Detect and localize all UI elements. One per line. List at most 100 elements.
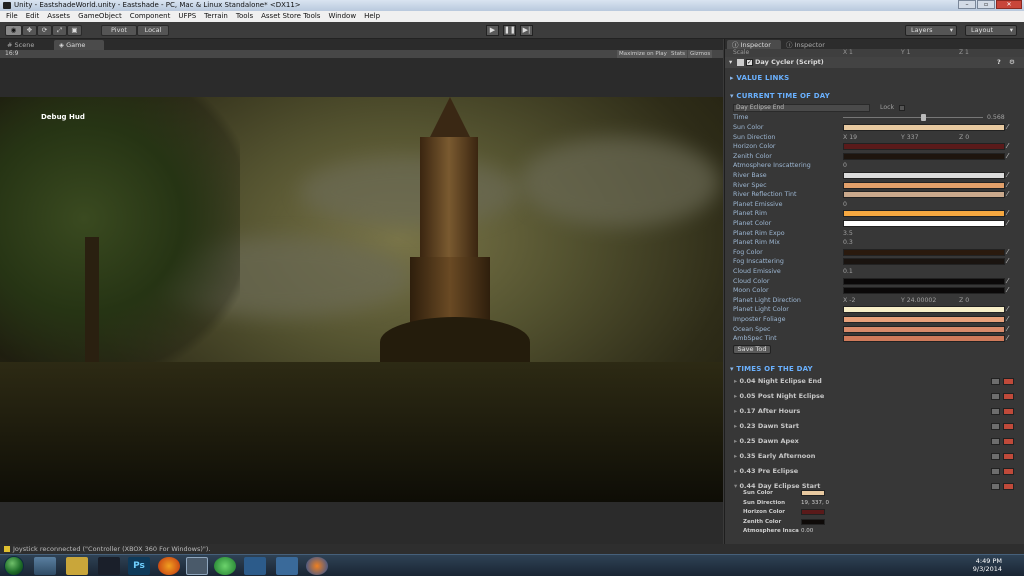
entry-menu-button[interactable] [991,408,1000,415]
eyedropper-icon[interactable]: ⁄ [1007,172,1014,179]
color-swatch-ambspec-tint[interactable] [843,335,1005,343]
menu-help[interactable]: Help [360,11,384,22]
pause-button[interactable]: ❚❚ [503,25,516,36]
layout-dropdown[interactable]: Layout [965,25,1017,36]
menu-ufps[interactable]: UFPS [174,11,200,22]
delete-entry-button[interactable] [1003,378,1014,385]
photoshop-icon[interactable]: Ps [128,557,150,575]
collapse-arrow-icon[interactable]: ▾ [729,57,732,68]
eyedropper-icon[interactable]: ⁄ [1007,248,1014,256]
time-slider-track[interactable] [843,117,983,118]
system-clock[interactable]: 4:49 PM 9/3/2014 [973,557,1002,573]
entry-menu-button[interactable] [991,393,1000,400]
planet-rim-expo-field[interactable]: 3.5 [843,229,853,238]
entry-menu-button[interactable] [991,483,1000,490]
color-swatch-ocean-spec[interactable] [843,325,1005,333]
lock-checkbox[interactable] [899,105,905,111]
game-viewport[interactable]: Debug Hud [0,97,723,502]
planet-emissive-field[interactable]: 0 [843,200,847,209]
entry-menu-button[interactable] [991,453,1000,460]
time-slider-thumb[interactable] [920,114,926,121]
eyedropper-icon[interactable]: ⁄ [1007,152,1014,160]
stats-toggle[interactable]: Stats [669,50,688,58]
sub-value-sun-direction[interactable]: 19, 337, 0 [801,499,829,508]
eyedropper-icon[interactable]: ⁄ [1007,210,1014,217]
color-swatch-fog-inscattering[interactable] [843,258,1005,266]
entry-menu-button[interactable] [991,468,1000,475]
help-icon[interactable]: ? [997,57,1001,68]
color-swatch-river-base[interactable] [843,172,1005,179]
eyedropper-icon[interactable]: ⁄ [1007,306,1014,313]
color-swatch-river-spec[interactable] [843,181,1005,189]
menu-gameobject[interactable]: GameObject [74,11,126,22]
minimize-button[interactable]: – [958,0,976,9]
sun-direction-z-field[interactable]: Z 0 [959,133,969,142]
step-button[interactable]: ▶| [520,25,533,36]
entry-menu-button[interactable] [991,438,1000,445]
section-times-of-day[interactable]: TIMES OF THE DAY [730,365,813,373]
preset-name-field[interactable]: Day Eclipse End [733,104,870,112]
steam-icon[interactable] [98,557,120,575]
eyedropper-icon[interactable]: ⁄ [1007,335,1014,342]
menu-terrain[interactable]: Terrain [200,11,232,22]
sun-direction-x-field[interactable]: X 19 [843,133,857,142]
gear-icon[interactable]: ⚙ [1009,57,1015,68]
entry-menu-button[interactable] [991,423,1000,430]
color-swatch-horizon-color[interactable] [843,143,1005,151]
maximize-on-play-toggle[interactable]: Maximize on Play [617,50,669,58]
eyedropper-icon[interactable]: ⁄ [1007,325,1014,333]
delete-entry-button[interactable] [1003,393,1014,400]
maximize-button[interactable]: ▫ [977,0,995,9]
play-button[interactable]: ▶ [486,25,499,36]
pivot-toggle[interactable]: Pivot [101,25,137,36]
section-current-time-of-day[interactable]: CURRENT TIME OF DAY [730,92,830,100]
time-entry-0-04-night-eclipse-end[interactable]: 0.04 Night Eclipse End [734,374,822,388]
move-tool-button[interactable]: ✥ [22,25,37,36]
color-swatch-planet-rim[interactable] [843,210,1005,218]
component-header[interactable]: ▾ ✓ Day Cycler (Script) ? ⚙ [725,57,1024,68]
color-swatch-cloud-color[interactable] [843,277,1005,285]
menu-component[interactable]: Component [126,11,175,22]
unity-taskbar-icon[interactable] [186,557,208,575]
tab-game[interactable]: ◈ Game [54,40,104,50]
color-swatch-planet-light-color[interactable] [843,306,1005,314]
time-entry-0-17-after-hours[interactable]: 0.17 After Hours [734,404,801,418]
color-swatch-moon-color[interactable] [843,287,1005,295]
color-swatch-sun-color[interactable] [843,124,1005,131]
tab-scene[interactable]: # Scene [2,40,39,50]
save-tod-button[interactable]: Save Tod [733,345,771,354]
sub-color-swatch-sun-color[interactable] [801,490,825,496]
delete-entry-button[interactable] [1003,468,1014,475]
scale-y-field[interactable]: Y 1 [901,49,910,57]
eyedropper-icon[interactable]: ⁄ [1007,258,1014,265]
time-entry-0-05-post-night-eclipse[interactable]: 0.05 Post Night Eclipse [734,389,825,403]
delete-entry-button[interactable] [1003,408,1014,415]
time-entry-0-35-early-afternoon[interactable]: 0.35 Early Afternoon [734,449,816,463]
color-swatch-zenith-color[interactable] [843,152,1005,160]
time-entry-0-25-dawn-apex[interactable]: 0.25 Dawn Apex [734,434,799,448]
planet-light-direction-x-field[interactable]: X -2 [843,296,855,305]
eyedropper-icon[interactable]: ⁄ [1007,220,1014,227]
eyedropper-icon[interactable]: ⁄ [1007,124,1014,131]
spotify-icon[interactable] [214,557,236,575]
scale-tool-button[interactable]: ⤢ [52,25,67,36]
planet-rim-mix-field[interactable]: 0.3 [843,238,853,247]
app-icon[interactable] [276,557,298,575]
planet-light-direction-z-field[interactable]: Z 0 [959,296,969,305]
rect-tool-button[interactable]: ▣ [67,25,82,36]
enabled-checkbox[interactable]: ✓ [746,59,753,66]
rotate-tool-button[interactable]: ⟳ [37,25,52,36]
firefox-icon[interactable] [158,557,180,575]
ie-icon[interactable] [34,557,56,575]
eyedropper-icon[interactable]: ⁄ [1007,277,1014,285]
eyedropper-icon[interactable]: ⁄ [1007,287,1014,294]
delete-entry-button[interactable] [1003,438,1014,445]
delete-entry-button[interactable] [1003,423,1014,430]
cloud-emissive-field[interactable]: 0.1 [843,267,853,276]
blender-icon[interactable] [306,557,328,575]
time-entry-0-43-pre-eclipse[interactable]: 0.43 Pre Eclipse [734,464,799,478]
menu-edit[interactable]: Edit [22,11,44,22]
local-toggle[interactable]: Local [137,25,169,36]
menu-window[interactable]: Window [324,11,360,22]
scale-x-field[interactable]: X 1 [843,49,853,57]
